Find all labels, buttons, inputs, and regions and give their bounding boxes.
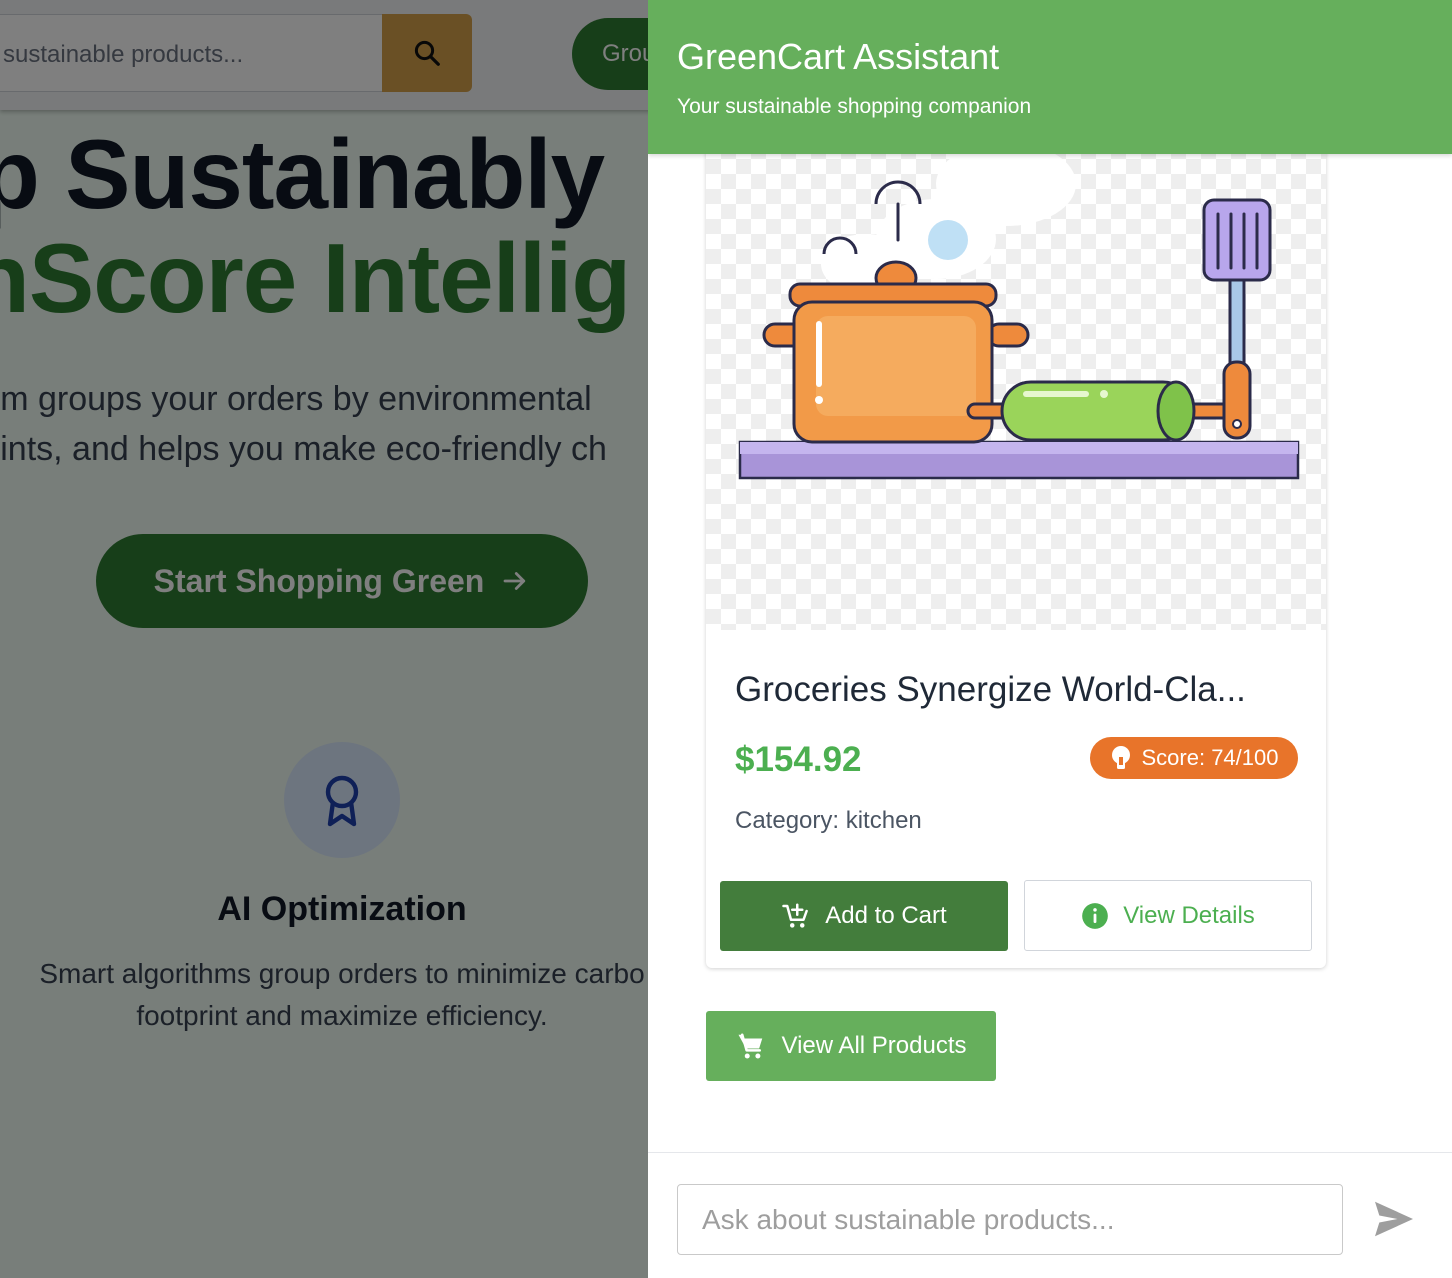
send-button[interactable] xyxy=(1370,1197,1418,1241)
add-to-cart-button[interactable]: Add to Cart xyxy=(720,881,1008,951)
product-category: Category: kitchen xyxy=(735,807,922,834)
modal-backdrop[interactable] xyxy=(0,0,648,1278)
chat-input-bar xyxy=(648,1152,1452,1278)
chat-input[interactable] xyxy=(677,1184,1343,1255)
eco-score-text: Score: 74/100 xyxy=(1141,745,1279,770)
view-all-products-button[interactable]: View All Products xyxy=(706,1011,996,1081)
product-name[interactable]: Groceries Synergize World-Cla... xyxy=(735,670,1246,710)
view-details-label: View Details xyxy=(1123,901,1255,929)
product-card: Groceries Synergize World-Cla... $154.92… xyxy=(706,154,1326,968)
view-details-button[interactable]: View Details xyxy=(1024,880,1312,951)
cart-icon xyxy=(738,1033,762,1059)
eco-score-badge: Score: 74/100 xyxy=(1090,737,1298,779)
assistant-subtitle: Your sustainable shopping companion xyxy=(677,95,1032,118)
add-to-cart-label: Add to Cart xyxy=(825,902,947,929)
kitchen-illustration xyxy=(738,154,1300,480)
info-icon xyxy=(1082,902,1109,929)
product-image xyxy=(706,154,1326,630)
chat-messages[interactable]: Groceries Synergize World-Cla... $154.92… xyxy=(648,154,1452,1152)
product-price: $154.92 xyxy=(735,740,862,779)
assistant-panel: GreenCart Assistant Your sustainable sho… xyxy=(648,0,1452,1278)
cart-plus-icon xyxy=(782,903,809,928)
assistant-title: GreenCart Assistant xyxy=(677,36,1000,77)
lightbulb-icon xyxy=(1111,746,1130,769)
send-icon xyxy=(1375,1201,1413,1237)
view-all-products-label: View All Products xyxy=(781,1032,967,1059)
assistant-header: GreenCart Assistant Your sustainable sho… xyxy=(648,0,1452,154)
